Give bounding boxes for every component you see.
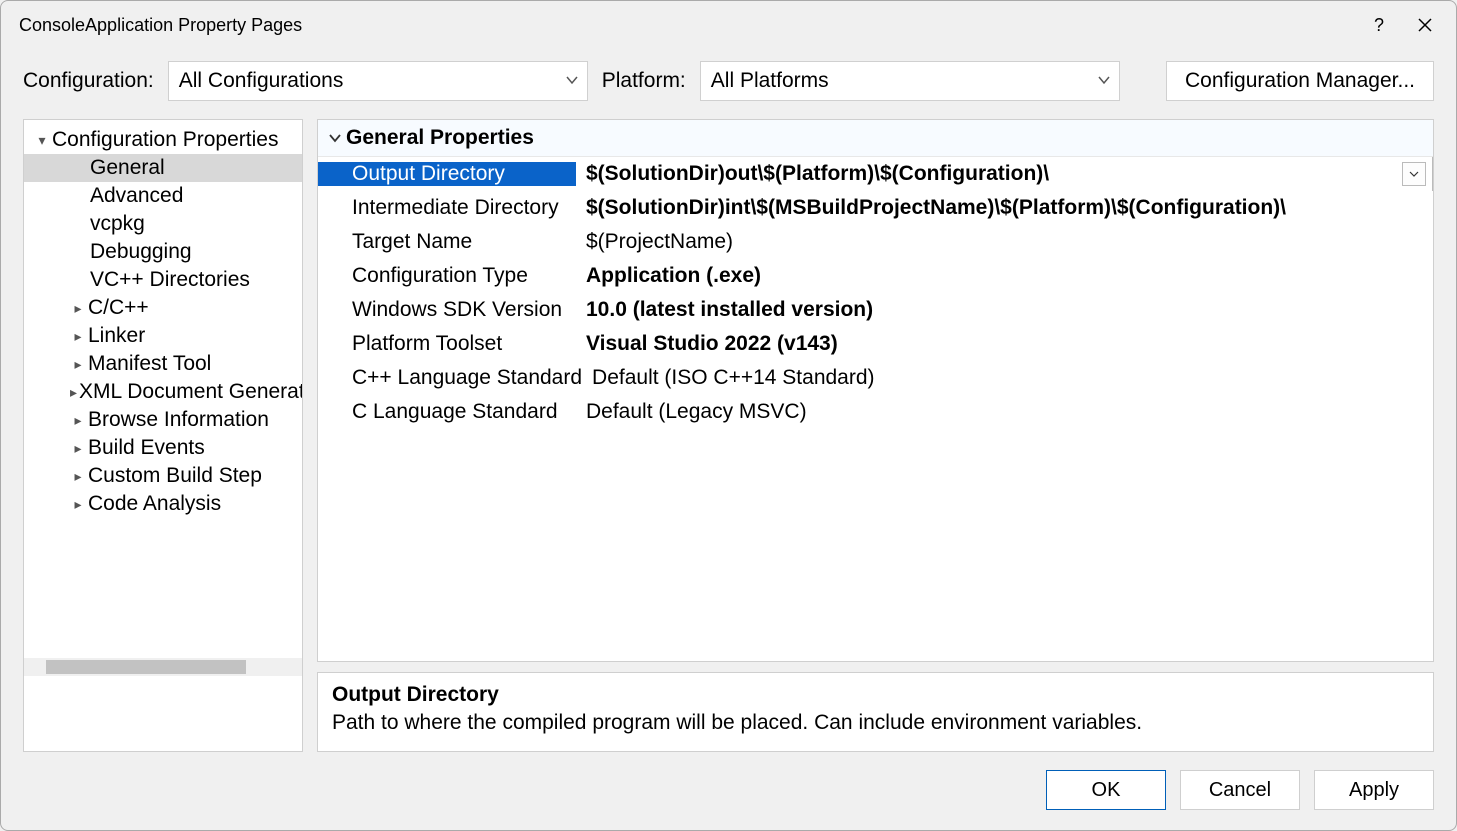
window-title: ConsoleApplication Property Pages	[19, 15, 1356, 36]
configuration-dropdown[interactable]: All Configurations	[168, 61, 588, 101]
row-output-directory[interactable]: Output Directory $(SolutionDir)out\$(Pla…	[318, 157, 1433, 191]
row-target-name[interactable]: Target Name $(ProjectName)	[318, 225, 1433, 259]
description-title: Output Directory	[332, 683, 1419, 707]
prop-value[interactable]: Visual Studio 2022 (v143)	[576, 332, 1433, 356]
prop-name: Platform Toolset	[318, 332, 576, 356]
apply-button[interactable]: Apply	[1314, 770, 1434, 810]
platform-label: Platform:	[602, 69, 686, 93]
ok-button[interactable]: OK	[1046, 770, 1166, 810]
row-platform-toolset[interactable]: Platform Toolset Visual Studio 2022 (v14…	[318, 327, 1433, 361]
prop-name: Intermediate Directory	[318, 196, 576, 220]
prop-value[interactable]: Default (ISO C++14 Standard)	[582, 366, 1433, 390]
row-c-language-standard[interactable]: C Language Standard Default (Legacy MSVC…	[318, 395, 1433, 429]
prop-name: Configuration Type	[318, 264, 576, 288]
tree-item-manifest[interactable]: ▸Manifest Tool	[24, 350, 302, 378]
value-dropdown-button[interactable]	[1402, 162, 1426, 186]
config-toolbar: Configuration: All Configurations Platfo…	[1, 49, 1456, 119]
description-panel: Output Directory Path to where the compi…	[317, 672, 1434, 752]
row-windows-sdk-version[interactable]: Windows SDK Version 10.0 (latest install…	[318, 293, 1433, 327]
prop-name: Target Name	[318, 230, 576, 254]
prop-value[interactable]: Application (.exe)	[576, 264, 1433, 288]
tree-item-vcdirs[interactable]: VC++ Directories	[24, 266, 302, 294]
main-area: ▾ Configuration Properties General Advan…	[1, 119, 1456, 752]
property-pages-dialog: ConsoleApplication Property Pages ? Conf…	[0, 0, 1457, 831]
help-button[interactable]: ?	[1356, 6, 1402, 44]
titlebar: ConsoleApplication Property Pages ?	[1, 1, 1456, 49]
expand-icon: ▸	[70, 356, 86, 373]
tree-item-vcpkg[interactable]: vcpkg	[24, 210, 302, 238]
tree-item-custombuild[interactable]: ▸Custom Build Step	[24, 462, 302, 490]
close-button[interactable]	[1402, 6, 1448, 44]
property-rows: Output Directory $(SolutionDir)out\$(Pla…	[318, 157, 1433, 661]
tree-item-advanced[interactable]: Advanced	[24, 182, 302, 210]
row-intermediate-directory[interactable]: Intermediate Directory $(SolutionDir)int…	[318, 191, 1433, 225]
chevron-down-icon	[1409, 169, 1419, 179]
close-icon	[1418, 18, 1432, 32]
row-cpp-language-standard[interactable]: C++ Language Standard Default (ISO C++14…	[318, 361, 1433, 395]
property-group-header[interactable]: General Properties	[318, 120, 1433, 157]
prop-value[interactable]: $(SolutionDir)int\$(MSBuildProjectName)\…	[576, 196, 1433, 220]
configuration-manager-button[interactable]: Configuration Manager...	[1166, 61, 1434, 101]
prop-name: C Language Standard	[318, 400, 576, 424]
prop-value[interactable]: Default (Legacy MSVC)	[576, 400, 1433, 424]
chevron-down-icon	[324, 131, 346, 145]
row-configuration-type[interactable]: Configuration Type Application (.exe)	[318, 259, 1433, 293]
prop-name: Output Directory	[318, 162, 576, 186]
tree-item-xmldoc[interactable]: ▸XML Document Generator	[24, 378, 302, 406]
collapse-icon: ▾	[34, 132, 50, 149]
expand-icon: ▸	[70, 496, 86, 513]
tree-item-browse[interactable]: ▸Browse Information	[24, 406, 302, 434]
dialog-footer: OK Cancel Apply	[1, 752, 1456, 830]
description-body: Path to where the compiled program will …	[332, 711, 1419, 735]
chevron-down-icon	[565, 69, 579, 93]
prop-name: Windows SDK Version	[318, 298, 576, 322]
property-grid: General Properties Output Directory $(So…	[317, 119, 1434, 662]
tree-item-buildevents[interactable]: ▸Build Events	[24, 434, 302, 462]
scrollbar-thumb[interactable]	[46, 660, 246, 674]
property-group-title: General Properties	[346, 126, 534, 150]
prop-value[interactable]: $(SolutionDir)out\$(Platform)\$(Configur…	[576, 162, 1402, 186]
expand-icon: ▸	[70, 384, 77, 401]
tree-scrollbar-horizontal[interactable]	[24, 658, 302, 676]
configuration-value: All Configurations	[179, 69, 344, 93]
expand-icon: ▸	[70, 328, 86, 345]
chevron-down-icon	[1097, 69, 1111, 93]
expand-icon: ▸	[70, 412, 86, 429]
prop-value[interactable]: 10.0 (latest installed version)	[576, 298, 1433, 322]
tree-root-config-properties[interactable]: ▾ Configuration Properties	[24, 126, 302, 154]
platform-dropdown[interactable]: All Platforms	[700, 61, 1120, 101]
configuration-label: Configuration:	[23, 69, 154, 93]
prop-value[interactable]: $(ProjectName)	[576, 230, 1433, 254]
cancel-button[interactable]: Cancel	[1180, 770, 1300, 810]
nav-tree[interactable]: ▾ Configuration Properties General Advan…	[23, 119, 303, 752]
prop-name: C++ Language Standard	[318, 366, 582, 390]
expand-icon: ▸	[70, 300, 86, 317]
tree-item-ccpp[interactable]: ▸C/C++	[24, 294, 302, 322]
tree-item-general[interactable]: General	[24, 154, 302, 182]
right-column: General Properties Output Directory $(So…	[317, 119, 1434, 752]
tree-item-linker[interactable]: ▸Linker	[24, 322, 302, 350]
expand-icon: ▸	[70, 468, 86, 485]
expand-icon: ▸	[70, 440, 86, 457]
tree-item-codeanalysis[interactable]: ▸Code Analysis	[24, 490, 302, 518]
platform-value: All Platforms	[711, 69, 829, 93]
tree-item-debugging[interactable]: Debugging	[24, 238, 302, 266]
